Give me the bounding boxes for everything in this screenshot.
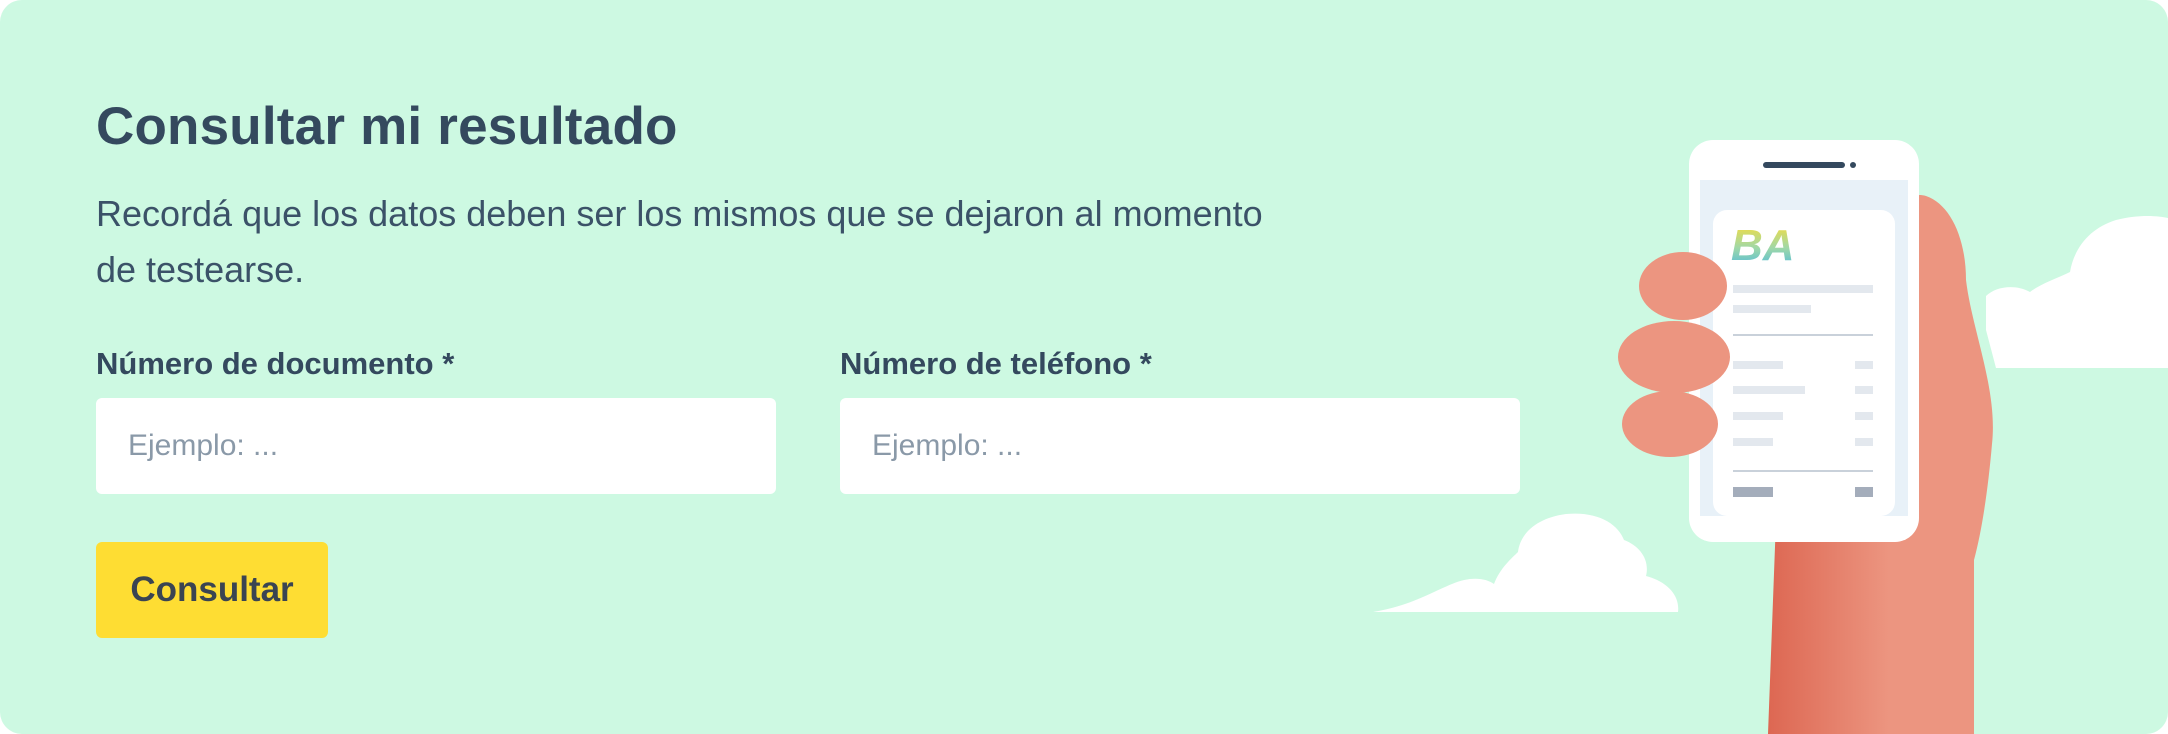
consultar-button[interactable]: Consultar (96, 542, 328, 638)
hand-phone-illustration: BA (1373, 140, 2168, 734)
page-title: Consultar mi resultado (96, 97, 678, 156)
finger-icon (1618, 252, 1730, 457)
result-query-card: Consultar mi resultado Recordá que los d… (0, 0, 2168, 734)
phone-number-label: Número de teléfono * (840, 346, 1152, 381)
form-description: Recordá que los datos deben ser los mism… (96, 193, 1263, 290)
cloud-icon (1986, 216, 2168, 368)
cloud-icon (1373, 513, 1679, 612)
ba-logo: BA (1731, 221, 1795, 270)
document-number-input[interactable] (96, 398, 776, 494)
document-number-label: Número de documento * (96, 346, 455, 381)
